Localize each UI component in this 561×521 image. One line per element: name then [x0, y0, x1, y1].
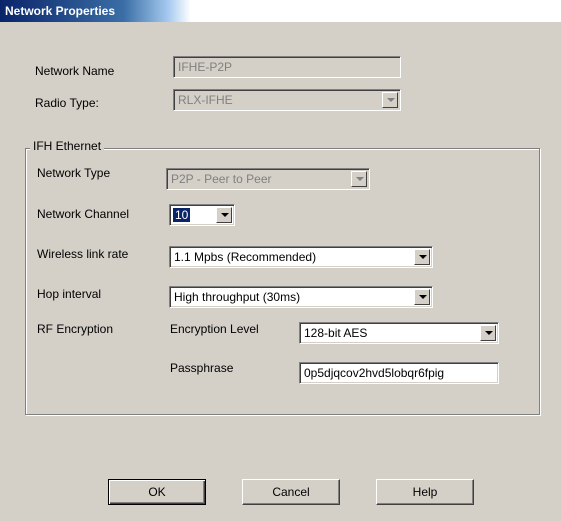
wireless-link-rate-label: Wireless link rate	[37, 247, 129, 261]
title-bar[interactable]: Network Properties	[0, 0, 561, 22]
network-channel-label: Network Channel	[37, 207, 130, 221]
chevron-down-icon[interactable]	[414, 249, 430, 265]
radio-type-value: RLX-IFHE	[178, 93, 233, 107]
ok-button[interactable]: OK	[108, 479, 206, 505]
group-label: IFH Ethernet	[30, 139, 105, 153]
hop-interval-value: High throughput (30ms)	[174, 290, 301, 304]
hop-interval-label: Hop interval	[37, 287, 102, 301]
network-type-label: Network Type	[37, 166, 111, 180]
help-button[interactable]: Help	[376, 479, 474, 505]
cancel-button[interactable]: Cancel	[242, 479, 340, 505]
window-title: Network Properties	[5, 4, 116, 18]
chevron-down-icon[interactable]	[480, 325, 496, 341]
network-name-label: Network Name	[35, 64, 115, 78]
network-type-select: P2P - Peer to Peer	[166, 168, 370, 190]
chevron-down-icon[interactable]	[414, 289, 430, 305]
network-channel-select[interactable]: 10	[169, 204, 235, 226]
encryption-level-label: Encryption Level	[170, 322, 259, 336]
chevron-down-icon[interactable]	[216, 207, 232, 223]
network-type-value: P2P - Peer to Peer	[171, 172, 272, 186]
wireless-link-rate-select[interactable]: 1.1 Mpbs (Recommended)	[169, 246, 433, 268]
network-name-field: IFHE-P2P	[173, 56, 401, 78]
chevron-down-icon	[351, 171, 367, 187]
chevron-down-icon	[382, 92, 398, 108]
radio-type-label: Radio Type:	[35, 96, 99, 110]
encryption-level-value: 128-bit AES	[304, 326, 368, 340]
wireless-link-rate-value: 1.1 Mpbs (Recommended)	[174, 250, 317, 264]
encryption-level-select[interactable]: 128-bit AES	[299, 322, 499, 344]
radio-type-select: RLX-IFHE	[173, 89, 401, 111]
network-properties-dialog: Network Properties Network Name IFHE-P2P…	[0, 0, 561, 521]
hop-interval-select[interactable]: High throughput (30ms)	[169, 286, 433, 308]
passphrase-input[interactable]: 0p5djqcov2hvd5lobqr6fpig	[299, 362, 499, 384]
network-channel-value: 10	[173, 208, 191, 222]
passphrase-label: Passphrase	[170, 361, 234, 375]
rf-encryption-label: RF Encryption	[37, 322, 114, 336]
